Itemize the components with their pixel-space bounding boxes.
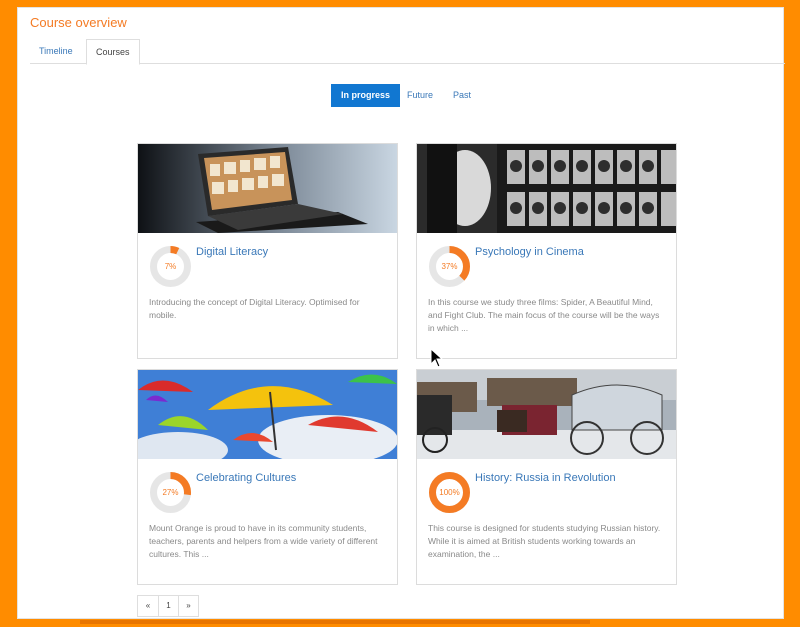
progress-ring: 100% [428,471,471,514]
block-title: Course overview [30,15,127,30]
laptop-bookshelf-image[interactable] [138,144,397,233]
course-card[interactable]: 27% Celebrating Cultures Mount Orange is… [137,369,398,585]
tab-timeline[interactable]: Timeline [30,39,82,64]
umbrellas-image[interactable] [138,370,397,459]
mouse-cursor-icon [430,348,443,368]
course-summary: In this course we study three films: Spi… [428,297,660,333]
course-title-link[interactable]: Psychology in Cinema [475,246,668,258]
bottom-strip [80,620,590,624]
course-summary: This course is designed for students stu… [428,523,661,559]
pagination-page[interactable]: 1 [158,596,178,616]
filter-past[interactable]: Past [443,84,481,107]
course-title-link[interactable]: Digital Literacy [196,246,389,258]
tab-courses[interactable]: Courses [86,39,140,65]
progress-percent: 100% [439,488,460,497]
progress-percent: 7% [164,262,177,271]
course-card[interactable]: 100% History: Russia in Revolution This … [416,369,677,585]
course-summary: Introducing the concept of Digital Liter… [149,297,360,320]
progress-ring: 37% [428,245,471,288]
horse-carriage-image[interactable] [417,370,676,459]
filter-future[interactable]: Future [397,84,443,107]
pagination-next[interactable]: » [178,596,198,616]
progress-percent: 37% [441,262,458,271]
progress-ring: 27% [149,471,192,514]
filter-in-progress[interactable]: In progress [331,84,401,107]
course-summary: Mount Orange is proud to have in its com… [149,523,378,559]
course-card[interactable]: 37% Psychology in Cinema In this course … [416,143,677,359]
progress-ring: 7% [149,245,192,288]
face-film-strip-image[interactable] [417,144,676,233]
progress-percent: 27% [162,488,179,497]
course-title-link[interactable]: Celebrating Cultures [196,472,389,484]
pagination-prev[interactable]: « [138,596,158,616]
tab-bar: Timeline Courses [30,39,785,65]
course-title-link[interactable]: History: Russia in Revolution [475,472,668,484]
pagination: « 1 » [137,595,199,617]
course-card[interactable]: 7% Digital Literacy Introducing the conc… [137,143,398,359]
